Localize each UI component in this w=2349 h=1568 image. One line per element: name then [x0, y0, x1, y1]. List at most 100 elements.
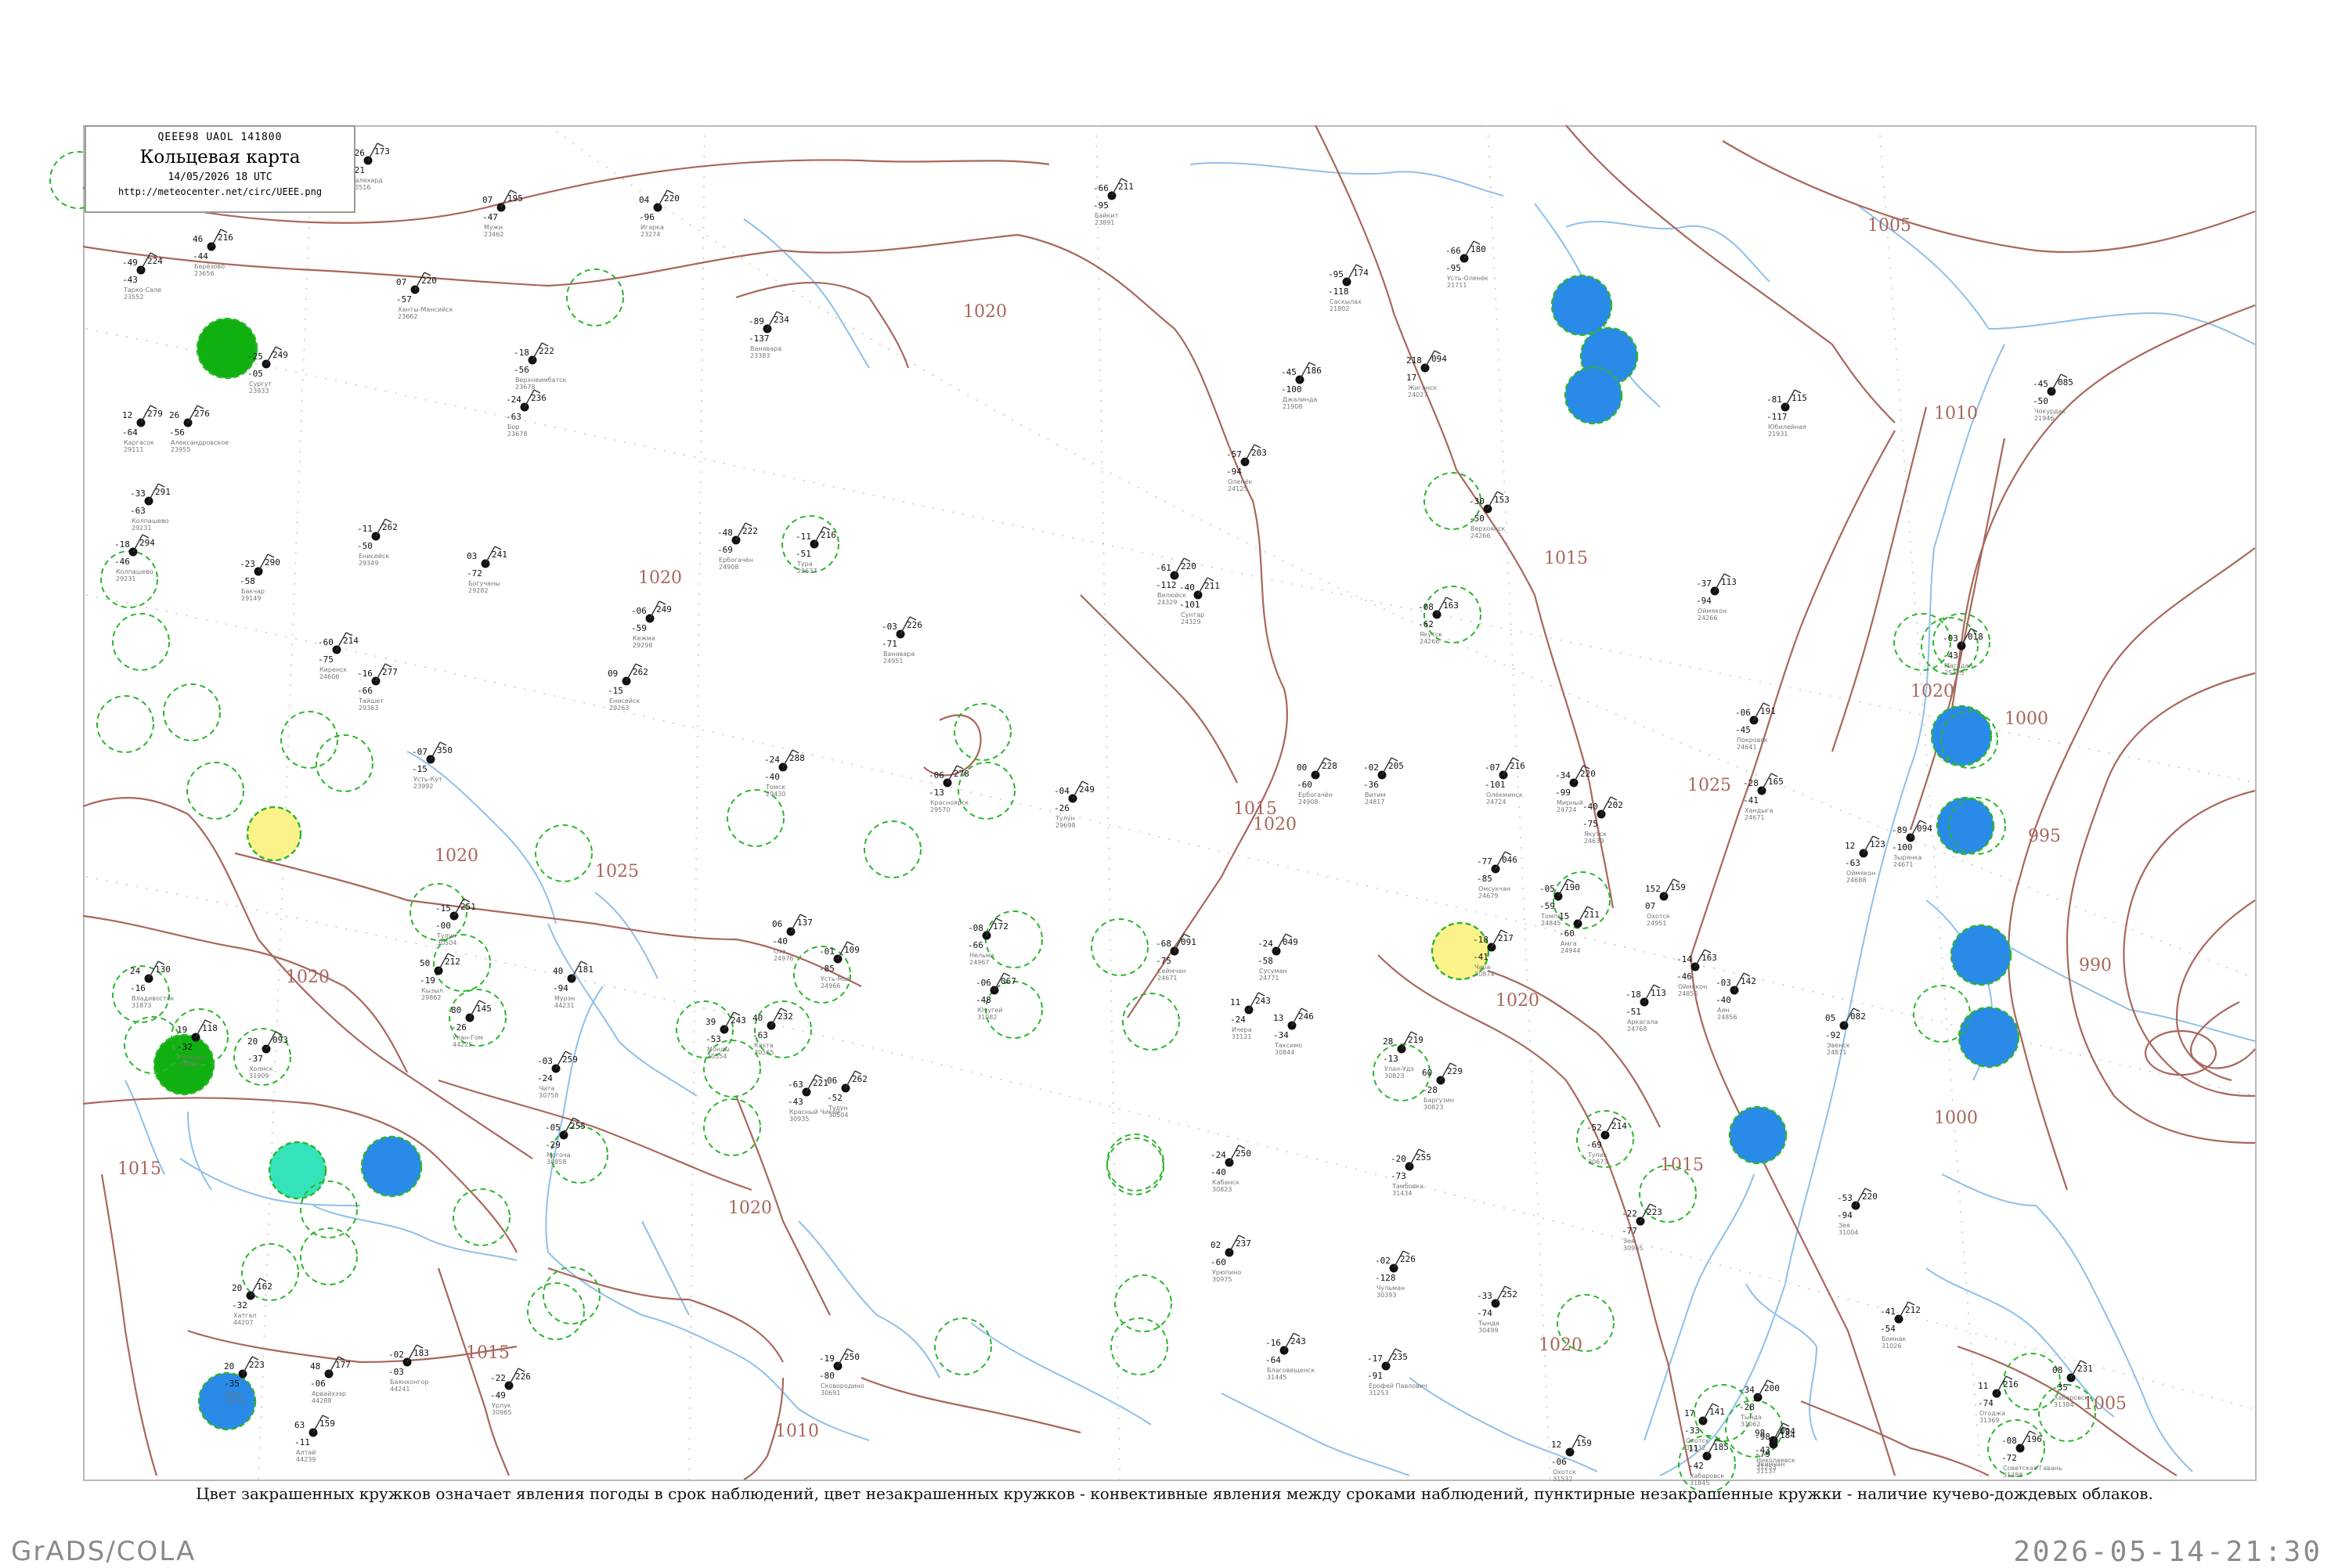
- station-plot[interactable]: 237 02 -60 Урюпино30975: [1211, 1235, 1251, 1283]
- station-plot[interactable]: 142 -03 -40 Аян24856: [1716, 972, 1756, 1021]
- temperature-value: 218: [1406, 355, 1422, 366]
- station-plot[interactable]: 205 -02 -36Витим24817: [1363, 757, 1404, 806]
- station-plot[interactable]: 094 -89 -100 Зырянка24671: [1892, 820, 1932, 868]
- station-plot[interactable]: 223 -22 -77 Зея30965: [1622, 1203, 1662, 1252]
- station-plot[interactable]: 21115-60Амга24944: [1559, 906, 1600, 954]
- station-plot[interactable]: 211 -40 -101Сунтар24329: [1179, 577, 1220, 625]
- station-plot[interactable]: 216 46 -44 Берёзово23656: [193, 229, 233, 277]
- station-plot[interactable]: 250 -19 -80Сковородино30691: [819, 1348, 864, 1397]
- temperature-value: -40: [1179, 582, 1195, 593]
- station-plot[interactable]: 211 -66 -95Байкит23891: [1093, 178, 1134, 226]
- station-plot[interactable]: 174 -95 -118Саскылах21802: [1328, 264, 1369, 312]
- station-plot[interactable]: 234 -89 -137Ванавара23383: [749, 311, 789, 359]
- station-plot[interactable]: 262 -11 -50 Енисейск29349: [357, 518, 398, 567]
- station-plot[interactable]: 159 152 07 Охотск24951: [1645, 878, 1686, 927]
- station-plot[interactable]: 246 13 -34 Таксимо30844: [1273, 1007, 1314, 1056]
- dewpoint-value: -95: [1093, 200, 1109, 211]
- station-plot[interactable]: 249 -04 -26 Тулун29698: [1054, 780, 1095, 829]
- station-plot[interactable]: 222 -48 -69 Ербогачён24908: [717, 522, 758, 571]
- station-plot[interactable]: 243 -16 -64 Благовещенск31445: [1265, 1332, 1315, 1381]
- station-plot[interactable]: 113 -18 -51Аркагала24768: [1626, 984, 1666, 1033]
- station-plot[interactable]: 203 -57 -94Оленёк24125: [1226, 444, 1267, 492]
- station-plot[interactable]: 350 -07 -15 Усть-Кут23992: [412, 741, 453, 790]
- station-plot[interactable]: 216 11 -74 Огоджа31369: [1978, 1375, 2019, 1424]
- station-plot[interactable]: 180 -66 -95 Усть-Оленёк21711: [1445, 240, 1488, 289]
- station-plot[interactable]: 255 -05 -29 Могоча30858: [545, 1117, 586, 1166]
- station-index: 30554: [707, 1053, 727, 1060]
- station-plot[interactable]: 226 -02 -128 Чульман30393: [1375, 1250, 1416, 1299]
- station-plot[interactable]: 172 -08 -66 Нельма24967: [968, 917, 1009, 966]
- station-plot[interactable]: 217 -18 -41 Чара30874: [1473, 929, 1514, 978]
- station-plot[interactable]: 181 40 -94 Мурэн44231: [553, 961, 594, 1009]
- station-plot[interactable]: 249 -06 -59 Кежма29298: [631, 600, 672, 649]
- station-plot[interactable]: 249 -25 -05Сургут23933: [247, 346, 288, 395]
- legend-url[interactable]: http://meteocenter.net/circ/UEEE.png: [86, 186, 354, 197]
- station-index: 23933: [249, 387, 269, 395]
- station-plot[interactable]: 232 40 -63 Кяхта30565: [752, 1007, 793, 1056]
- station-plot[interactable]: 255 -20 -73 Тамбовка31434: [1391, 1148, 1431, 1197]
- station-plot[interactable]: 235 -17 -91Ерофей Павлович31253: [1367, 1348, 1427, 1397]
- station-plot[interactable]: 159 63 -11 Алтай44239: [294, 1415, 335, 1463]
- station-plot[interactable]: 195 07 -47 Мужи23462: [482, 189, 523, 238]
- station-plot[interactable]: 049 -24 -58 Сусуман24771: [1257, 933, 1298, 982]
- station-plot[interactable]: 228 00 -60Ербогачён24908: [1297, 757, 1337, 806]
- station-plot[interactable]: 259 -03 -24 Чита30758: [537, 1051, 578, 1099]
- station-plot[interactable]: 288 -24 -40 Томск29430: [764, 749, 805, 798]
- station-name: Бакчар: [241, 588, 265, 595]
- station-plot[interactable]: 093 20 -37Холмск31909: [247, 1031, 288, 1080]
- station-plot[interactable]: 214 -60 -75Киренск24606: [318, 632, 359, 680]
- station-plot[interactable]: 162 20 -32 Хатгал44207: [232, 1278, 272, 1326]
- station-plot[interactable]: 226 -22 -49 Урлук30965: [490, 1368, 531, 1416]
- station-plot[interactable]: 183 -02 -03 Баянхонгор44241: [388, 1344, 429, 1393]
- station-plot[interactable]: 067 -06 -48 Ючугей31082: [976, 972, 1016, 1021]
- station-plot[interactable]: 219 28 -13Улан-Удэ30823: [1383, 1031, 1423, 1080]
- station-plot[interactable]: 216 -11 -51 Тура29637: [796, 526, 836, 575]
- station-plot[interactable]: 163 -14 -46Оймякон24856: [1676, 949, 1717, 997]
- station-plot[interactable]: 200 -34 -28 Тында31062: [1739, 1379, 1780, 1428]
- station-plot[interactable]: 224 -49 -43 Тарко-Сале23552: [122, 252, 163, 301]
- station-plot[interactable]: 137 06 -40 Оха24976: [772, 914, 813, 962]
- station-plot[interactable]: 231 08 -35Хабаровск31384: [2052, 1360, 2093, 1408]
- station-plot[interactable]: 226 -03 -71 Ванавара24951: [882, 616, 922, 665]
- station-plot[interactable]: 163 -08 -62 Якутск24266: [1418, 597, 1459, 645]
- station-plot[interactable]: 094 218 17Жиганск24027: [1406, 350, 1447, 398]
- station-plot[interactable]: 216 -07 -101Олёкминск24724: [1485, 757, 1525, 806]
- station-plot[interactable]: 241 03 -72Богучаны29282: [467, 546, 507, 594]
- station-plot[interactable]: 243 39 -53 Монды30554: [705, 1011, 746, 1060]
- station-plot[interactable]: 252 -33 -74 Тында30499: [1477, 1285, 1517, 1334]
- station-plot[interactable]: 186 -45 -100Джалинда21908: [1281, 362, 1322, 410]
- station-plot[interactable]: 046 -77 -85Омсукчан24679: [1477, 851, 1517, 899]
- station-plot[interactable]: 243 11 -24Ичера31121: [1230, 992, 1271, 1040]
- station-plot[interactable]: 220 -53 -94 Зея31004: [1837, 1188, 1878, 1236]
- station-plot[interactable]: 214 -52 -69 Тупик30673: [1586, 1117, 1627, 1166]
- station-plot[interactable]: 276 26 -56Александровское23955: [169, 405, 229, 453]
- station-plot[interactable]: 279 12 -64Каргасок29111: [122, 405, 163, 453]
- station-plot[interactable]: 212 -41 -54 Бомнак31026: [1880, 1301, 1921, 1350]
- station-plot[interactable]: 113 -37 -94Оймякон24266: [1696, 573, 1737, 622]
- station-name: Тулун: [1055, 815, 1075, 822]
- station-plot[interactable]: 153 -30 -50Верхоянск24266: [1469, 491, 1510, 539]
- station-plot[interactable]: 250 -24 -40 Кабанск30823: [1211, 1144, 1251, 1193]
- station-plot[interactable]: 229 60 -28 Баргузин30823: [1422, 1062, 1463, 1111]
- station-plot[interactable]: 165 -28 -41Хандыга24671: [1743, 773, 1784, 821]
- station-plot[interactable]: 115 -81 -117 Юбилейная21931: [1766, 389, 1807, 438]
- station-plot[interactable]: 177 48 -06Арвайхээр44288: [310, 1356, 351, 1404]
- station-plot[interactable]: 262 09 -15Енисейск29263: [608, 663, 648, 712]
- station-plot[interactable]: 202 -40 -75 Якутск24639: [1582, 796, 1623, 845]
- station-plot[interactable]: 190 -05 -59 Томпо24845: [1539, 878, 1580, 927]
- station-plot[interactable]: 222 -18 -56 Верхнеимбатск23678: [514, 342, 567, 391]
- station-plot[interactable]: 236 -24 -63 Бор23678: [506, 389, 547, 438]
- station-plot[interactable]: 291 -33 -63Колпашево29231: [130, 483, 171, 532]
- station-plot[interactable]: 18511-42Хабаровск31845: [1688, 1438, 1729, 1487]
- station-plot[interactable]: 290 -23 -58 Бакчар29149: [240, 553, 280, 602]
- station-plot[interactable]: 091 -68 -75 Сеймчан24671: [1156, 933, 1196, 982]
- station-plot[interactable]: 145 80 -26Улан-Гом44225: [451, 1000, 492, 1048]
- station-plot[interactable]: 085 -45 -50 Чокурдах21946: [2033, 373, 2073, 422]
- temperature-value: -06: [929, 770, 944, 780]
- dewpoint-value: -49: [490, 1390, 506, 1400]
- station-plot[interactable]: 277 -16 -66Тайшет29363: [357, 663, 398, 712]
- station-plot[interactable]: 191 -06 -45 Покровск24641: [1735, 702, 1776, 751]
- station-plot[interactable]: 212 50 -19Кызыл29862: [420, 953, 460, 1001]
- station-plot[interactable]: 159 12 -06 Охотск31532: [1551, 1434, 1592, 1483]
- station-plot[interactable]: 278 -06 -13Красноярск29570: [929, 765, 969, 813]
